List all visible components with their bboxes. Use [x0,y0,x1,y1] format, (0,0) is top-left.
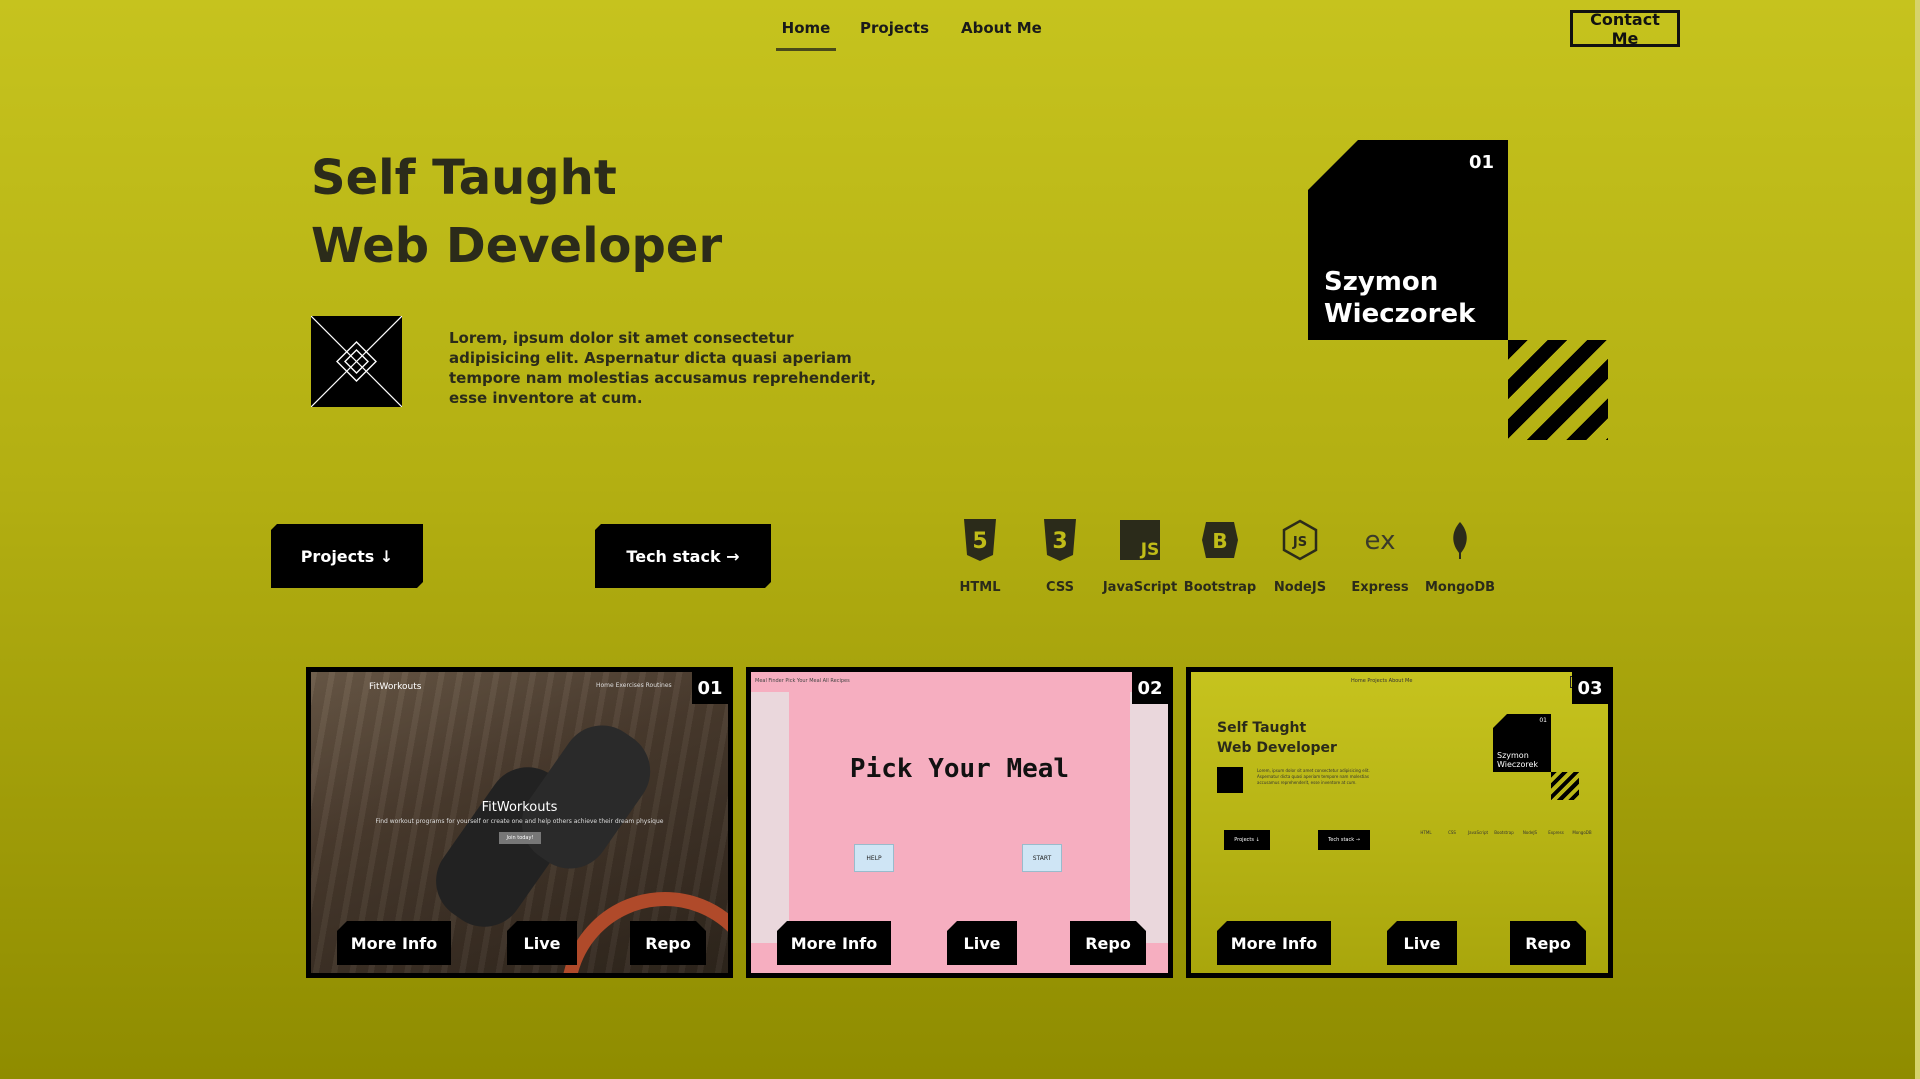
preview-title: FitWorkouts [481,800,558,815]
preview-help-button: HELP [854,844,894,872]
nav-projects-link[interactable]: Projects [860,19,929,51]
projects-button[interactable]: Projects ↓ [271,524,423,588]
project-number: 03 [1572,672,1608,704]
preview-text: Lorem, ipsum dolor sit amet consectetur … [1257,768,1370,785]
preview-tech-button: Tech stack → [1318,830,1370,850]
hero-title: Self Taught Web Developer [311,144,722,280]
contact-me-button[interactable]: Contact Me [1570,10,1680,48]
logo-icon [310,315,403,408]
preview-brand: FitWorkouts [369,682,422,692]
mongodb-icon [1420,518,1500,562]
preview-nav: Home Exercises Routines [596,682,672,689]
preview-join-button: Join today! [499,832,541,844]
preview-subtitle: Find workout programs for yourself or cr… [375,818,664,825]
name-card-name: Szymon Wieczorek [1324,266,1475,330]
live-button[interactable]: Live [507,921,577,965]
live-button[interactable]: Live [947,921,1017,965]
preview-start-button: START [1022,844,1062,872]
svg-text:ex: ex [1365,526,1396,555]
page-scrollbar[interactable] [1915,0,1920,1079]
javascript-icon: JS [1100,518,1180,562]
project-number: 02 [1132,672,1168,704]
svg-text:JS: JS [1292,535,1307,550]
preview-nav: Meal Finder Pick Your Meal All Recipes [751,672,1168,692]
tech-item-html: 5 HTML [940,518,1020,595]
live-button[interactable]: Live [1387,921,1457,965]
hero-title-line2: Web Developer [311,218,723,274]
main-nav: Home Projects About Me [776,19,1042,51]
more-info-button[interactable]: More Info [337,921,451,965]
html5-icon: 5 [940,518,1020,562]
project-number: 01 [692,672,728,704]
more-info-button[interactable]: More Info [1217,921,1331,965]
svg-text:5: 5 [972,529,987,554]
intro-text: Lorem, ipsum dolor sit amet consectetur … [449,329,877,407]
project-card-3: Home Projects About Me Contact Me Self T… [1186,667,1613,978]
project-card-2: Meal Finder Pick Your Meal All Recipes P… [746,667,1173,978]
tech-item-express: ex Express [1340,518,1420,595]
preview-logo-icon [1217,767,1243,793]
repo-button[interactable]: Repo [1070,921,1146,965]
repo-button[interactable]: Repo [1510,921,1586,965]
tech-item-css: 3 CSS [1020,518,1100,595]
stripes-decoration [1508,340,1608,440]
svg-text:3: 3 [1052,529,1067,554]
more-info-button[interactable]: More Info [777,921,891,965]
name-first: Szymon [1324,267,1439,297]
tech-item-bootstrap: B Bootstrap [1180,518,1260,595]
name-last: Wieczorek [1324,299,1476,329]
tech-item-javascript: JS JavaScript [1100,518,1180,595]
tech-item-nodejs: JS NodeJS [1260,518,1340,595]
css3-icon: 3 [1020,518,1100,562]
name-card-number: 01 [1468,152,1494,173]
repo-button[interactable]: Repo [630,921,706,965]
hero-title-line1: Self Taught [311,150,617,206]
preview-title: Self Taught Web Developer [1217,720,1337,756]
nav-home-link[interactable]: Home [776,19,836,51]
preview-title: Pick Your Meal [849,754,1070,784]
name-card: 01 Szymon Wieczorek [1308,140,1508,340]
svg-text:B: B [1212,529,1227,553]
express-icon: ex [1340,518,1420,562]
tech-stack-button[interactable]: Tech stack → [595,524,771,588]
preview-tech-icons: HTML CSS JavaScript Bootstrap NodeJS Exp… [1420,830,1592,835]
preview-name-card: 01 Szymon Wieczorek [1493,714,1551,772]
preview-panel [789,692,1130,943]
nodejs-icon: JS [1260,518,1340,562]
bootstrap-icon: B [1180,518,1260,562]
tech-item-mongodb: MongoDB [1420,518,1500,595]
preview-stripes [1551,772,1579,800]
project-card-1: FitWorkouts Home Exercises Routines FitW… [306,667,733,978]
preview-projects-button: Projects ↓ [1224,830,1270,850]
nav-about-link[interactable]: About Me [961,19,1042,51]
tech-stack-list: 5 HTML 3 CSS JS JavaScript B Bootstrap J… [940,518,1500,595]
svg-text:JS: JS [1140,540,1160,560]
preview-nav: Home Projects About Me [1351,678,1413,684]
